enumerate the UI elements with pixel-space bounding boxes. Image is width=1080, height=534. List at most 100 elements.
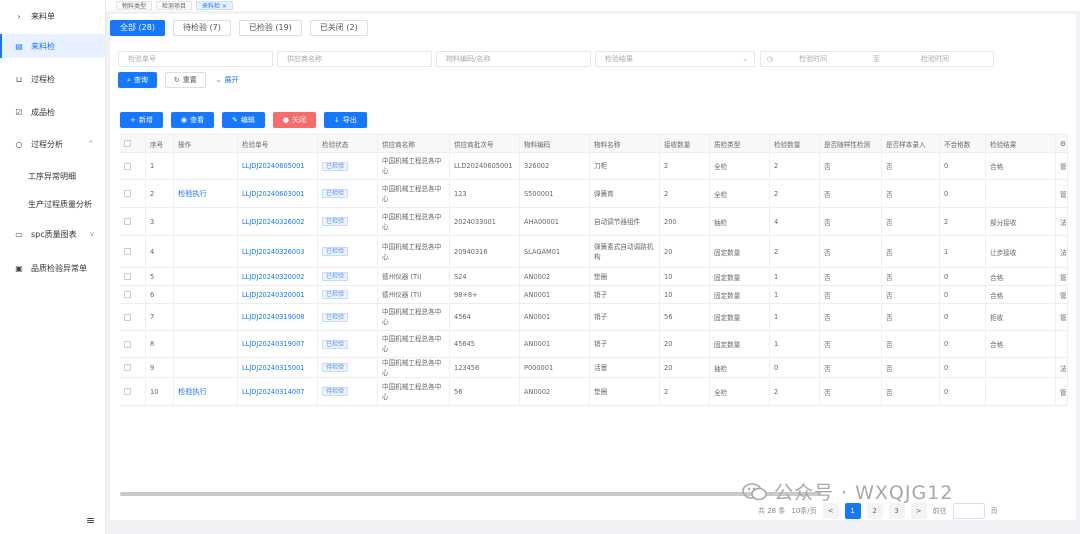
table-cell: S24: [450, 268, 520, 285]
menu-toggle-icon[interactable]: ≡: [86, 514, 95, 527]
row-checkbox[interactable]: [120, 236, 146, 267]
sidebar-item-0[interactable]: › 来料单: [0, 4, 106, 28]
page-number[interactable]: 3: [888, 503, 905, 519]
table-row[interactable]: 7 LLJDJ20240319008 已检验 中国机械工程总各中心 4564 AN0001…: [120, 304, 1068, 331]
supplier-input[interactable]: 供应商名称: [277, 51, 432, 67]
export-button[interactable]: ↓ 导出: [323, 112, 367, 128]
material-input[interactable]: 物料编码/名称: [436, 51, 591, 67]
status-tab[interactable]: 已关闭 (2): [309, 20, 368, 36]
column-settings-icon[interactable]: ⚙: [1056, 135, 1068, 152]
execute-inspection-link[interactable]: 检验执行: [174, 378, 238, 405]
status-tab[interactable]: 已检验 (19): [238, 20, 302, 36]
execute-inspection-link[interactable]: 检验执行: [174, 180, 238, 207]
table-row[interactable]: 10 检验执行 LLJDJ20240314007 待检验 中国机械工程总各中心 56 AN0…: [120, 378, 1068, 406]
table-cell: 合格: [986, 268, 1056, 285]
row-checkbox[interactable]: [120, 358, 146, 377]
inspection-no-link[interactable]: LLJDJ20240315001: [238, 358, 318, 377]
table-cell: 已检验: [318, 180, 378, 207]
row-checkbox[interactable]: [120, 286, 146, 303]
row-checkbox[interactable]: [120, 268, 146, 285]
reset-button[interactable]: ↻ 重置: [164, 72, 206, 88]
status-tab[interactable]: 全部 (28): [110, 20, 165, 36]
table-cell: 自动调节器组件: [590, 208, 660, 235]
status-badge: 已检验: [322, 161, 349, 171]
query-button[interactable]: ⌕ 查询: [118, 72, 157, 88]
sidebar-item-7[interactable]: ▭ spc质量图表 v: [0, 222, 106, 246]
inspection-no-link[interactable]: LLJDJ20240603001: [238, 180, 318, 207]
page-unit-label: 页: [990, 507, 998, 515]
table-cell: AN0001: [520, 286, 590, 303]
page-size-select[interactable]: 10条/页: [791, 506, 816, 516]
prev-page-button[interactable]: <: [822, 503, 839, 519]
inspection-no-link[interactable]: LLJDJ20240319008: [238, 304, 318, 330]
table-row[interactable]: 6 LLJDJ20240320001 已检验 德州仪器 (TI) 98+8+ AN0001…: [120, 286, 1068, 304]
table-cell: 否: [820, 378, 882, 405]
table-row[interactable]: 5 LLJDJ20240320002 已检验 德州仪器 (TI) S24 AN0002 垫圈…: [120, 268, 1068, 286]
row-checkbox[interactable]: [120, 304, 146, 330]
row-checkbox[interactable]: [120, 378, 146, 405]
goto-page-input[interactable]: [952, 503, 985, 519]
table-toolbar: + 新增 ◉ 查看 ✎ 编辑 ● 关闭 ↓ 导出: [120, 112, 367, 128]
table-row[interactable]: 8 LLJDJ20240319007 已检验 中国机械工程总各中心 45645 AN000…: [120, 331, 1068, 358]
inspection-no-link[interactable]: LLJDJ20240314007: [238, 378, 318, 405]
table-cell: 否: [882, 208, 940, 235]
row-checkbox[interactable]: [120, 208, 146, 235]
column-header: 检验单号: [238, 135, 318, 152]
status-tab[interactable]: 待检验 (7): [172, 20, 231, 36]
table-row[interactable]: 4 LLJDJ20240326003 已检验 中国机械工程总各中心 20940316 SL…: [120, 236, 1068, 268]
sidebar-item-4[interactable]: ○ 过程分析 ^: [0, 132, 106, 156]
sidebar-item-6[interactable]: 生产过程质量分析: [0, 192, 106, 216]
inspection-no-input[interactable]: 检验单号: [118, 51, 273, 67]
sidebar-item-2[interactable]: ⊔ 过程检: [0, 67, 106, 91]
table-cell: 抽检: [710, 208, 770, 235]
view-tag[interactable]: 物料类型: [116, 1, 153, 10]
edit-button[interactable]: ✎ 编辑: [221, 112, 265, 128]
plus-icon: +: [130, 116, 136, 124]
table-row[interactable]: 1 LLJDJ20240605001 已检验 中国机械工程总各中心 LLD2024060…: [120, 153, 1068, 180]
sidebar-item-1[interactable]: ▤ 来料检: [0, 34, 106, 58]
inspection-no-link[interactable]: LLJDJ20240319007: [238, 331, 318, 357]
table-cell: 中国机械工程总各中心: [378, 331, 450, 357]
inspection-no-link[interactable]: LLJDJ20240605001: [238, 153, 318, 179]
table-row[interactable]: 9 LLJDJ20240315001 待检验 中国机械工程总各中心 123456 P000…: [120, 358, 1068, 378]
add-button[interactable]: + 新增: [120, 112, 163, 128]
row-checkbox[interactable]: [120, 153, 146, 179]
inspection-date-range[interactable]: ◷ 检验时间 至 检验时间: [760, 51, 994, 67]
execute-inspection-link: [174, 208, 238, 235]
table-cell: 2: [770, 378, 820, 405]
select-all-checkbox[interactable]: [120, 135, 146, 152]
watermark-text: 公众号 · WXQJG12: [774, 482, 954, 504]
expand-button[interactable]: ⌄ 展开: [213, 72, 241, 88]
table-cell: 否: [820, 180, 882, 207]
table-cell: 已检验: [318, 304, 378, 330]
refresh-icon: ↻: [173, 76, 180, 84]
table-cell: 管: [1056, 153, 1068, 179]
sidebar-item-3[interactable]: ☑ 成品检: [0, 100, 106, 124]
inspection-no-link[interactable]: LLJDJ20240326003: [238, 236, 318, 267]
table-row[interactable]: 3 LLJDJ20240326002 已检验 中国机械工程总各中心 2024033001…: [120, 208, 1068, 236]
horizontal-scrollbar[interactable]: [120, 492, 820, 496]
table-row[interactable]: 2 检验执行 LLJDJ20240603001 已检验 中国机械工程总各中心 123 S50…: [120, 180, 1068, 208]
view-tag[interactable]: 来料检 ×: [196, 1, 233, 10]
table-cell: 20: [660, 236, 710, 267]
inspection-no-link[interactable]: LLJDJ20240320002: [238, 268, 318, 285]
close-button[interactable]: ● 关闭: [272, 112, 316, 128]
table-cell: 326002: [520, 153, 590, 179]
sidebar-item-8[interactable]: ▣ 品质检验异常单: [0, 256, 106, 280]
inspection-no-link[interactable]: LLJDJ20240320001: [238, 286, 318, 303]
table-cell: 全检: [710, 153, 770, 179]
table-cell: 部分接收: [986, 208, 1056, 235]
page-number[interactable]: 2: [866, 503, 883, 519]
sidebar-item-5[interactable]: 工序异常明细: [0, 164, 106, 188]
next-page-button[interactable]: >: [910, 503, 927, 519]
view-tag[interactable]: 检测项目: [156, 1, 193, 10]
inspection-result-select[interactable]: 检验结果 ⌄: [595, 51, 755, 67]
inspection-no-link[interactable]: LLJDJ20240326002: [238, 208, 318, 235]
row-checkbox[interactable]: [120, 331, 146, 357]
row-checkbox[interactable]: [120, 180, 146, 207]
checkbox-box: [124, 248, 131, 255]
table-cell: 否: [882, 358, 940, 377]
page-number[interactable]: 1: [844, 503, 861, 519]
search-icon: ○: [15, 139, 23, 149]
view-button[interactable]: ◉ 查看: [170, 112, 214, 128]
